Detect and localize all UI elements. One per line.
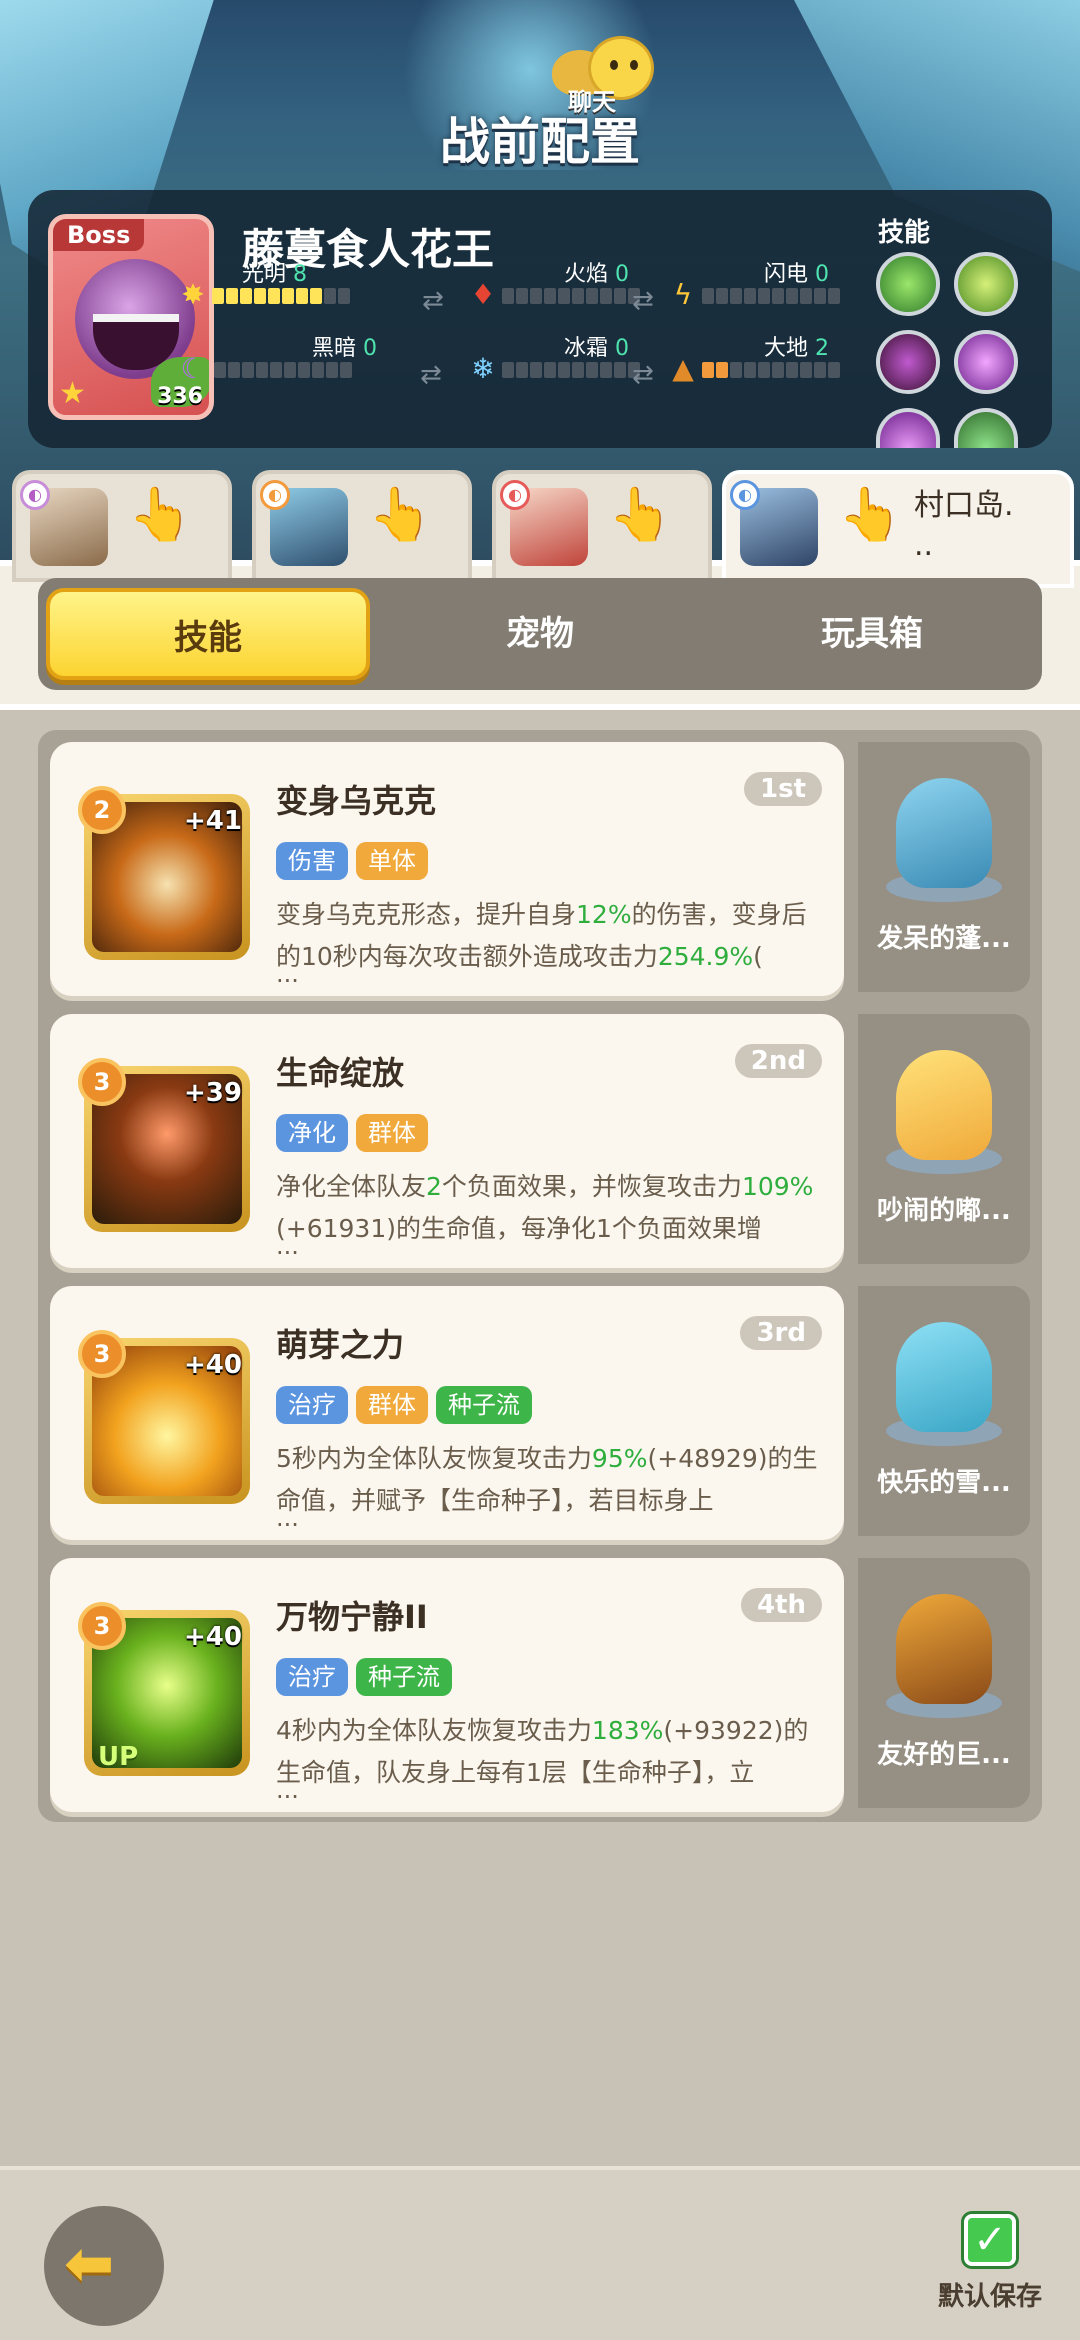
default-save-label: 默认保存: [937, 2282, 1042, 2312]
skill-plus: +40: [184, 1622, 242, 1652]
party-tab[interactable]: ◐ 👆: [252, 470, 472, 582]
skill-description: 变身乌克克形态，提升自身12%的伤害，变身后的10秒内每次攻击额外造成攻击力25…: [276, 900, 807, 971]
lightning-icon: ϟ: [673, 278, 693, 311]
party-tabs: ◐ 👆 ◐ 👆 ◐ 👆 ◐ 👆 村口岛. ..: [0, 470, 1080, 588]
chat-button[interactable]: 聊天: [552, 36, 662, 116]
skill-name: 万物宁静II: [276, 1598, 428, 1636]
skill-name: 生命绽放: [276, 1054, 405, 1092]
boss-skill-icon[interactable]: [876, 330, 940, 394]
boss-panel: Boss ★ 336 藤蔓食人花王 光明 8 ✸ ⇄ 火焰 0 ♦ ⇄ 闪电 0…: [28, 190, 1052, 448]
skill-description: 4秒内为全体队友恢复攻击力183%(+93922)的生命值，队友身上每有1层【生…: [276, 1716, 809, 1787]
pet-figure: [896, 1322, 992, 1432]
earth-icon: ▲: [672, 352, 694, 385]
skill-card[interactable]: 3 +39 生命绽放 2nd 净化 群体 净化全体队友2个负面效果，并恢复攻击力…: [50, 1014, 844, 1268]
party-tab[interactable]: ◐ 👆: [12, 470, 232, 582]
skill-rank: 2nd: [734, 1044, 822, 1078]
skill-tag: 种子流: [356, 1658, 452, 1696]
back-button[interactable]: ⬅: [44, 2206, 164, 2326]
pet-figure: [896, 778, 992, 888]
party-tab[interactable]: ◐ 👆: [492, 470, 712, 582]
boss-skill-icon[interactable]: [954, 330, 1018, 394]
skill-list: 2 +41 变身乌克克 1st 伤害 单体 变身乌克克形态，提升自身12%的伤害…: [38, 730, 1042, 1822]
boss-portrait[interactable]: Boss ★ 336: [48, 214, 214, 420]
boss-skill-icon[interactable]: [954, 252, 1018, 316]
pet-figure: [896, 1050, 992, 1160]
tap-hand-icon: 👆: [368, 485, 433, 545]
skill-card[interactable]: 2 +41 变身乌克克 1st 伤害 单体 变身乌克克形态，提升自身12%的伤害…: [50, 742, 844, 996]
boss-level: 336: [157, 384, 203, 409]
skill-tag: 伤害: [276, 842, 348, 880]
skill-tag: 治疗: [276, 1386, 348, 1424]
chat-label: 聊天: [568, 88, 616, 116]
default-save-toggle[interactable]: ✓ 默认保存: [930, 2214, 1050, 2313]
light-icon: ✸: [181, 278, 205, 311]
page-title: 战前配置: [440, 113, 640, 171]
checkbox-icon[interactable]: ✓: [964, 2214, 1016, 2266]
element-badge-icon: ◐: [260, 480, 290, 510]
arrow-left-icon: ⬅: [64, 2229, 115, 2299]
skill-level: 2: [78, 786, 126, 834]
snowflake-icon: ❄: [471, 352, 495, 385]
pet-slot[interactable]: 吵闹的嘟...: [858, 1014, 1030, 1264]
element-badge-icon: ◐: [500, 480, 530, 510]
skill-description: 5秒内为全体队友恢复攻击力95%(+48929)的生命值，并赋予【生命种子】，若…: [276, 1444, 818, 1515]
fire-icon: ♦: [470, 278, 496, 311]
skill-rank: 1st: [744, 772, 822, 806]
skill-tag: 群体: [356, 1386, 428, 1424]
skill-tag: 群体: [356, 1114, 428, 1152]
segment-control: 技能 宠物 玩具箱: [38, 578, 1042, 690]
skill-card[interactable]: 3 +40 UP 万物宁静II 4th 治疗 种子流 4秒内为全体队友恢复攻击力…: [50, 1558, 844, 1812]
element-badge-icon: ◐: [20, 480, 50, 510]
skill-tag: 治疗: [276, 1658, 348, 1696]
skill-description: 净化全体队友2个负面效果，并恢复攻击力109%(+61931)的生命值，每净化1…: [276, 1172, 814, 1243]
skill-plus: +40: [184, 1350, 242, 1380]
party-tab-name: 村口岛. ..: [914, 488, 1014, 563]
arrow-icon: ⇄: [632, 360, 654, 390]
boss-skill-icon[interactable]: [876, 252, 940, 316]
segment-toybox[interactable]: 玩具箱: [710, 588, 1034, 680]
boss-badge: Boss: [53, 219, 145, 251]
skill-plus: +41: [184, 806, 242, 836]
skill-tag: 种子流: [436, 1386, 532, 1424]
pet-name: 发呆的蓬...: [877, 924, 1011, 954]
arrow-icon: ⇄: [422, 286, 444, 316]
segment-skills[interactable]: 技能: [46, 588, 370, 680]
boss-skill-icon[interactable]: [954, 408, 1018, 448]
skill-card[interactable]: 3 +40 萌芽之力 3rd 治疗 群体 种子流 5秒内为全体队友恢复攻击力95…: [50, 1286, 844, 1540]
pet-slot[interactable]: 发呆的蓬...: [858, 742, 1030, 992]
boss-skills-label: 技能: [878, 218, 931, 248]
tap-hand-icon: 👆: [838, 485, 903, 545]
skill-level: 3: [78, 1058, 126, 1106]
tap-hand-icon: 👆: [128, 485, 193, 545]
pet-slot[interactable]: 快乐的雪...: [858, 1286, 1030, 1536]
skill-level: 3: [78, 1330, 126, 1378]
skill-tag: 单体: [356, 842, 428, 880]
segment-pets[interactable]: 宠物: [378, 588, 702, 680]
moon-icon: ☾: [180, 352, 206, 385]
tap-hand-icon: 👆: [608, 485, 673, 545]
arrow-icon: ⇄: [632, 286, 654, 316]
upgrade-badge: UP: [98, 1742, 139, 1772]
arrow-icon: ⇄: [420, 360, 442, 390]
skill-rank: 4th: [740, 1588, 822, 1622]
pet-name: 吵闹的嘟...: [877, 1196, 1011, 1226]
skill-level: 3: [78, 1602, 126, 1650]
party-tab-active[interactable]: ◐ 👆 村口岛. ..: [722, 470, 1074, 588]
pet-name: 友好的巨...: [877, 1740, 1011, 1770]
element-badge-icon: ◐: [730, 480, 760, 510]
pet-figure: [896, 1594, 992, 1704]
skill-name: 萌芽之力: [276, 1326, 405, 1364]
attr-light: 光明 8 ✸: [178, 256, 438, 316]
skill-tag: 净化: [276, 1114, 348, 1152]
pet-slot[interactable]: 友好的巨...: [858, 1558, 1030, 1808]
skill-name: 变身乌克克: [276, 782, 437, 820]
star-icon: ★: [59, 376, 86, 411]
skill-rank: 3rd: [740, 1316, 822, 1350]
bottom-bar: ⬅ ✓ 默认保存: [0, 2166, 1080, 2340]
boss-skill-icon[interactable]: [876, 408, 940, 448]
pet-name: 快乐的雪...: [877, 1468, 1011, 1498]
skill-plus: +39: [184, 1078, 242, 1108]
